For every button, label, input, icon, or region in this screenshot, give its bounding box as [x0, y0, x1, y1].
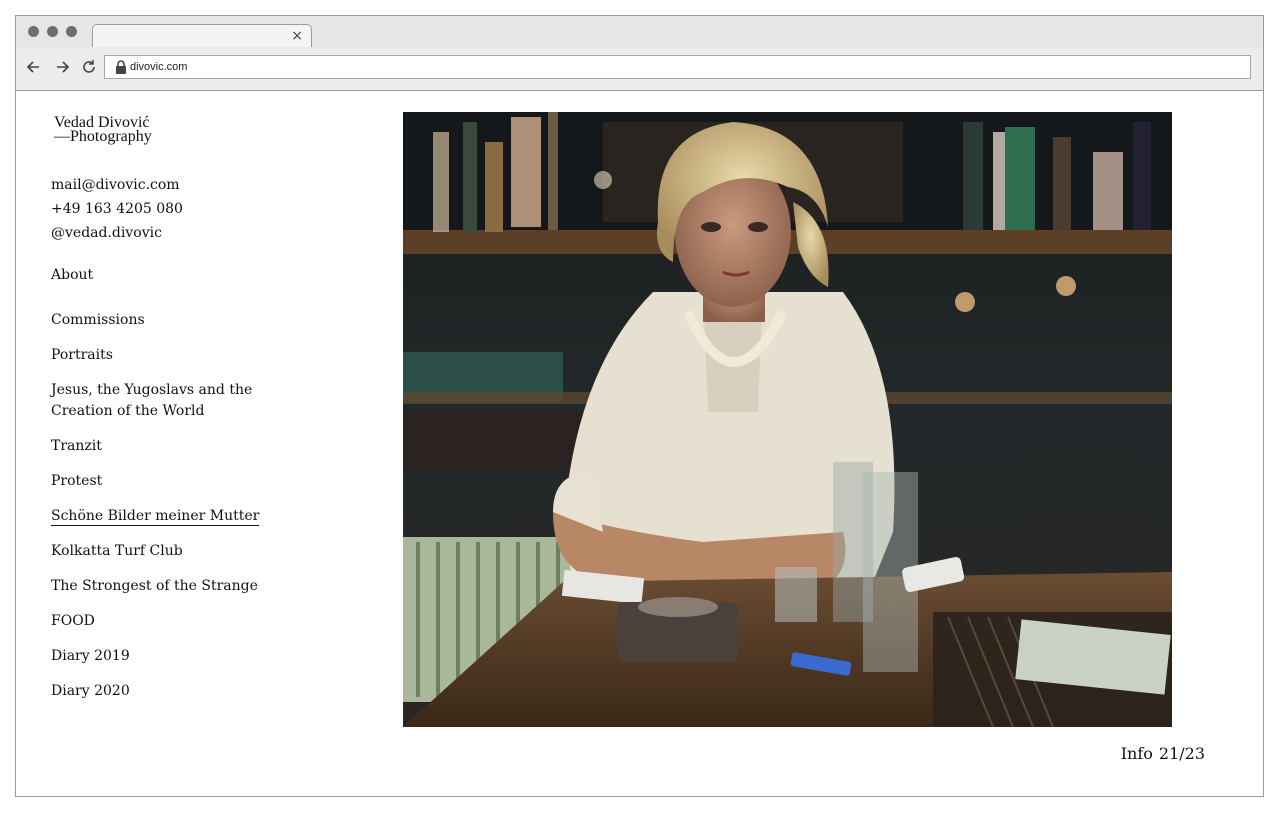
tab-close-icon[interactable]: × — [291, 27, 303, 45]
nav-item-tranzit[interactable]: Tranzit — [51, 436, 102, 457]
url-text: divovic.com — [130, 61, 188, 73]
nav-item-label: Schöne Bilder meiner Mutter — [51, 508, 260, 526]
nav-item-label: Diary 2019 — [51, 648, 130, 664]
lock-icon — [116, 60, 126, 74]
browser-tab[interactable]: × — [92, 24, 312, 48]
browser-toolbar: divovic.com — [16, 47, 1263, 91]
nav-item-portraits[interactable]: Portraits — [51, 345, 113, 366]
nav-item-jesus-yugoslavs[interactable]: Jesus, the Yugoslavs and the Creation of… — [51, 380, 271, 422]
contact-instagram[interactable]: @vedad.divovic — [51, 221, 183, 245]
nav-item-label: The Strongest of the Strange — [51, 578, 258, 594]
arrow-left-icon[interactable] — [25, 58, 43, 76]
nav-item-label: Kolkatta Turf Club — [51, 543, 183, 559]
title-bar: × — [16, 16, 1263, 48]
nav-item-food[interactable]: FOOD — [51, 611, 95, 632]
nav-item-label: Commissions — [51, 312, 145, 328]
nav-item-commissions[interactable]: Commissions — [51, 310, 145, 331]
reload-icon[interactable] — [80, 58, 98, 76]
footer-info: Info 21/23 — [1115, 744, 1205, 763]
browser-window: × divovic.com Vedad Divović —Photography… — [15, 15, 1264, 797]
nav-item-schoene-bilder[interactable]: Schöne Bilder meiner Mutter — [51, 506, 260, 527]
nav-item-label: Diary 2020 — [51, 683, 130, 699]
contact-block: mail@divovic.com +49 163 4205 080 @vedad… — [51, 173, 183, 245]
page-content: Vedad Divović —Photography mail@divovic.… — [16, 91, 1263, 796]
nav-item-kolkatta[interactable]: Kolkatta Turf Club — [51, 541, 183, 562]
window-close-dot[interactable] — [28, 26, 39, 37]
window-zoom-dot[interactable] — [66, 26, 77, 37]
nav-item-label: Protest — [51, 473, 103, 489]
nav-item-strongest[interactable]: The Strongest of the Strange — [51, 576, 258, 597]
nav-item-label: Jesus, the Yugoslavs and the Creation of… — [51, 382, 253, 419]
info-link[interactable]: Info — [1121, 744, 1153, 763]
arrow-right-icon[interactable] — [53, 58, 71, 76]
nav-item-protest[interactable]: Protest — [51, 471, 102, 492]
contact-email[interactable]: mail@divovic.com — [51, 173, 183, 197]
nav-item-diary-2020[interactable]: Diary 2020 — [51, 681, 130, 702]
featured-photograph[interactable] — [403, 112, 1172, 727]
nav-item-label: Portraits — [51, 347, 113, 363]
nav-item-label: Tranzit — [51, 438, 102, 454]
image-counter: 21/23 — [1158, 744, 1205, 763]
site-logo[interactable]: Vedad Divović —Photography — [54, 115, 152, 145]
logo-subtitle: —Photography — [54, 128, 152, 145]
nav-item-label: FOOD — [51, 613, 95, 629]
nav-about[interactable]: About — [51, 265, 93, 286]
address-bar[interactable]: divovic.com — [104, 55, 1251, 79]
contact-phone[interactable]: +49 163 4205 080 — [51, 197, 183, 221]
window-minimize-dot[interactable] — [47, 26, 58, 37]
nav-item-diary-2019[interactable]: Diary 2019 — [51, 646, 130, 667]
